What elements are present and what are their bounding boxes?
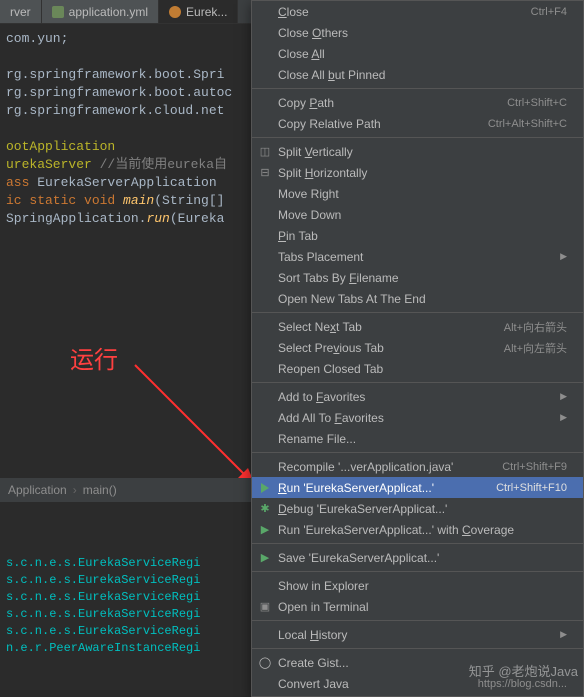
menu-item[interactable]: Add All To Favorites ▶ — [252, 407, 583, 428]
menu-separator — [252, 137, 583, 138]
menu-item[interactable]: Select Next TabAlt+向右箭头 — [252, 316, 583, 337]
menu-item-label: Move Down — [278, 208, 567, 222]
menu-item-label: Add All To Favorites — [278, 411, 556, 425]
menu-separator — [252, 382, 583, 383]
menu-item-label: Local History — [278, 628, 556, 642]
menu-item-label: Recompile '...verApplication.java' — [278, 460, 502, 474]
splith-icon: ⊟ — [257, 165, 273, 181]
menu-item-label: Copy Path — [278, 96, 507, 110]
menu-item-label: Move Right — [278, 187, 567, 201]
menu-item[interactable]: Recompile '...verApplication.java'Ctrl+S… — [252, 456, 583, 477]
menu-item[interactable]: Rename File... — [252, 428, 583, 449]
cover-icon: ▶ — [257, 522, 273, 538]
menu-shortcut: Ctrl+Alt+Shift+C — [488, 118, 567, 130]
menu-item[interactable]: Close Others — [252, 22, 583, 43]
menu-shortcut: Ctrl+Shift+F10 — [496, 482, 567, 494]
annotation-arrow-icon — [130, 360, 260, 490]
menu-item[interactable]: ⊟ Split Horizontally — [252, 162, 583, 183]
menu-shortcut: Ctrl+F4 — [531, 6, 567, 18]
menu-item[interactable]: Local History ▶ — [252, 624, 583, 645]
tab[interactable]: application.yml — [42, 0, 159, 23]
save-icon: ▶ — [257, 550, 273, 566]
menu-item-label: Show in Explorer — [278, 579, 567, 593]
yml-icon — [52, 6, 64, 18]
menu-shortcut: Ctrl+Shift+C — [507, 97, 567, 109]
annotation-label: 运行 — [70, 340, 118, 375]
chevron-right-icon: ▶ — [560, 251, 567, 262]
menu-item-label: Open New Tabs At The End — [278, 292, 567, 306]
menu-item[interactable]: Close All — [252, 43, 583, 64]
menu-item[interactable]: Sort Tabs By Filename — [252, 267, 583, 288]
menu-item[interactable]: ◫ Split Vertically — [252, 141, 583, 162]
run-icon — [257, 480, 273, 496]
menu-item-label: Close — [278, 5, 531, 19]
menu-item[interactable]: Copy Relative PathCtrl+Alt+Shift+C — [252, 113, 583, 134]
menu-item[interactable]: Move Right — [252, 183, 583, 204]
menu-item-label: Sort Tabs By Filename — [278, 271, 567, 285]
menu-item[interactable]: Show in Explorer — [252, 575, 583, 596]
debug-icon: ✱ — [257, 501, 273, 517]
menu-separator — [252, 571, 583, 572]
context-menu: CloseCtrl+F4 Close Others Close All Close A… — [251, 0, 584, 697]
menu-item-label: Convert Java — [278, 677, 478, 691]
breadcrumb-item[interactable]: Application — [8, 483, 67, 497]
menu-item[interactable]: Tabs Placement ▶ — [252, 246, 583, 267]
menu-item-label: Run 'EurekaServerApplicat...' — [278, 481, 496, 495]
menu-item-label: Reopen Closed Tab — [278, 362, 567, 376]
breadcrumb-item[interactable]: main() — [83, 483, 117, 497]
menu-item-label: Rename File... — [278, 432, 567, 446]
menu-item[interactable]: Select Previous TabAlt+向左箭头 — [252, 337, 583, 358]
menu-item[interactable]: Open New Tabs At The End — [252, 288, 583, 309]
chevron-right-icon: › — [73, 483, 77, 497]
menu-item[interactable]: Reopen Closed Tab — [252, 358, 583, 379]
menu-item[interactable]: Copy PathCtrl+Shift+C — [252, 92, 583, 113]
chevron-right-icon: ▶ — [560, 629, 567, 640]
term-icon: ▣ — [257, 599, 273, 615]
menu-item-label: Close Others — [278, 26, 567, 40]
menu-separator — [252, 88, 583, 89]
menu-separator — [252, 543, 583, 544]
menu-item[interactable]: Run 'EurekaServerApplicat...'Ctrl+Shift+… — [252, 477, 583, 498]
menu-item-label: Pin Tab — [278, 229, 567, 243]
splitv-icon: ◫ — [257, 144, 273, 160]
menu-item[interactable]: Close All but Pinned — [252, 64, 583, 85]
menu-separator — [252, 648, 583, 649]
menu-item-label: Copy Relative Path — [278, 117, 488, 131]
console-output: s.c.n.e.s.EurekaServiceRegi s.c.n.e.s.Eu… — [0, 555, 200, 657]
gh-icon: ◯ — [257, 655, 273, 671]
menu-item[interactable]: ▶ Run 'EurekaServerApplicat...' with Cove… — [252, 519, 583, 540]
tab[interactable]: rver — [0, 0, 42, 23]
chevron-right-icon: ▶ — [560, 412, 567, 423]
watermark: 知乎 @老炮说Java — [469, 661, 578, 680]
menu-item[interactable]: CloseCtrl+F4 — [252, 1, 583, 22]
menu-item-label: Tabs Placement — [278, 250, 556, 264]
tab-active[interactable]: Eurek... — [159, 0, 238, 23]
menu-item-label: Split Vertically — [278, 145, 567, 159]
menu-separator — [252, 312, 583, 313]
menu-item[interactable]: Add to Favorites ▶ — [252, 386, 583, 407]
menu-item-label: Add to Favorites — [278, 390, 556, 404]
menu-item[interactable]: Move Down — [252, 204, 583, 225]
menu-item-label: Run 'EurekaServerApplicat...' with Cover… — [278, 523, 567, 537]
menu-item-label: Close All but Pinned — [278, 68, 567, 82]
menu-shortcut: Alt+向左箭头 — [504, 340, 567, 356]
java-icon — [169, 6, 181, 18]
menu-item-label: Open in Terminal — [278, 600, 567, 614]
menu-shortcut: Ctrl+Shift+F9 — [502, 461, 567, 473]
menu-item[interactable]: ▶ Save 'EurekaServerApplicat...' — [252, 547, 583, 568]
menu-separator — [252, 452, 583, 453]
menu-shortcut: Alt+向右箭头 — [504, 319, 567, 335]
menu-item-label: Select Next Tab — [278, 320, 504, 334]
menu-item[interactable]: ✱ Debug 'EurekaServerApplicat...' — [252, 498, 583, 519]
menu-item-label: Save 'EurekaServerApplicat...' — [278, 551, 567, 565]
menu-item-label: Select Previous Tab — [278, 341, 504, 355]
menu-item-label: Close All — [278, 47, 567, 61]
menu-item-label: Debug 'EurekaServerApplicat...' — [278, 502, 567, 516]
chevron-right-icon: ▶ — [560, 391, 567, 402]
menu-item-label: Split Horizontally — [278, 166, 567, 180]
menu-separator — [252, 620, 583, 621]
menu-item[interactable]: ▣ Open in Terminal — [252, 596, 583, 617]
menu-item[interactable]: Pin Tab — [252, 225, 583, 246]
